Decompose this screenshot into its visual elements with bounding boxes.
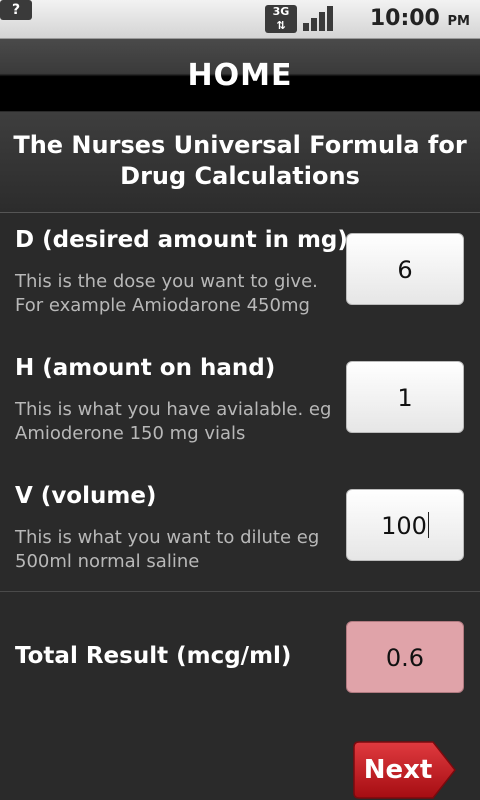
desired-value: 6 — [397, 256, 413, 284]
clock-ampm: PM — [447, 14, 470, 29]
formula-heading: The Nurses Universal Formula for Drug Ca… — [13, 131, 467, 190]
desired-input[interactable]: 6 — [346, 233, 464, 305]
volume-description: This is what you want to dilute eg 500ml… — [15, 527, 320, 572]
network-type-label: 3G — [272, 5, 290, 18]
field-row-on-hand: H (amount on hand) This is what you have… — [0, 341, 480, 469]
field-row-desired: D (desired amount in mg) This is the dos… — [0, 213, 480, 341]
result-label: Total Result (mcg/ml) — [15, 643, 292, 669]
result-value: 0.6 — [385, 644, 425, 672]
clock: 10:00 PM — [370, 6, 470, 31]
on-hand-input[interactable]: 1 — [346, 361, 464, 433]
volume-value: 100 — [381, 512, 427, 540]
on-hand-label: H (amount on hand) — [15, 355, 276, 381]
on-hand-description: This is what you have avialable. eg Amio… — [15, 399, 332, 444]
text-cursor — [427, 512, 429, 538]
page-title: HOME — [187, 58, 293, 93]
desired-description: This is the dose you want to give. For e… — [15, 271, 318, 316]
volume-input[interactable]: 100 — [346, 489, 464, 561]
battery-unknown-icon: ? — [0, 0, 32, 20]
field-row-volume: V (volume) This is what you want to dilu… — [0, 469, 480, 591]
desired-label: D (desired amount in mg) — [15, 227, 348, 253]
title-bar: HOME — [0, 39, 480, 111]
next-button[interactable]: Next — [353, 741, 457, 799]
signal-strength-icon — [303, 5, 337, 33]
volume-label: V (volume) — [15, 483, 157, 509]
status-bar: 3G ⇅ ? 10:00 PM — [0, 0, 480, 39]
result-output: 0.6 — [346, 621, 464, 693]
network-3g-icon: 3G ⇅ — [265, 5, 297, 33]
on-hand-value: 1 — [397, 384, 413, 412]
clock-time: 10:00 — [369, 6, 440, 31]
next-button-label: Next — [363, 755, 433, 785]
formula-header: The Nurses Universal Formula for Drug Ca… — [0, 112, 480, 213]
divider — [0, 591, 480, 592]
